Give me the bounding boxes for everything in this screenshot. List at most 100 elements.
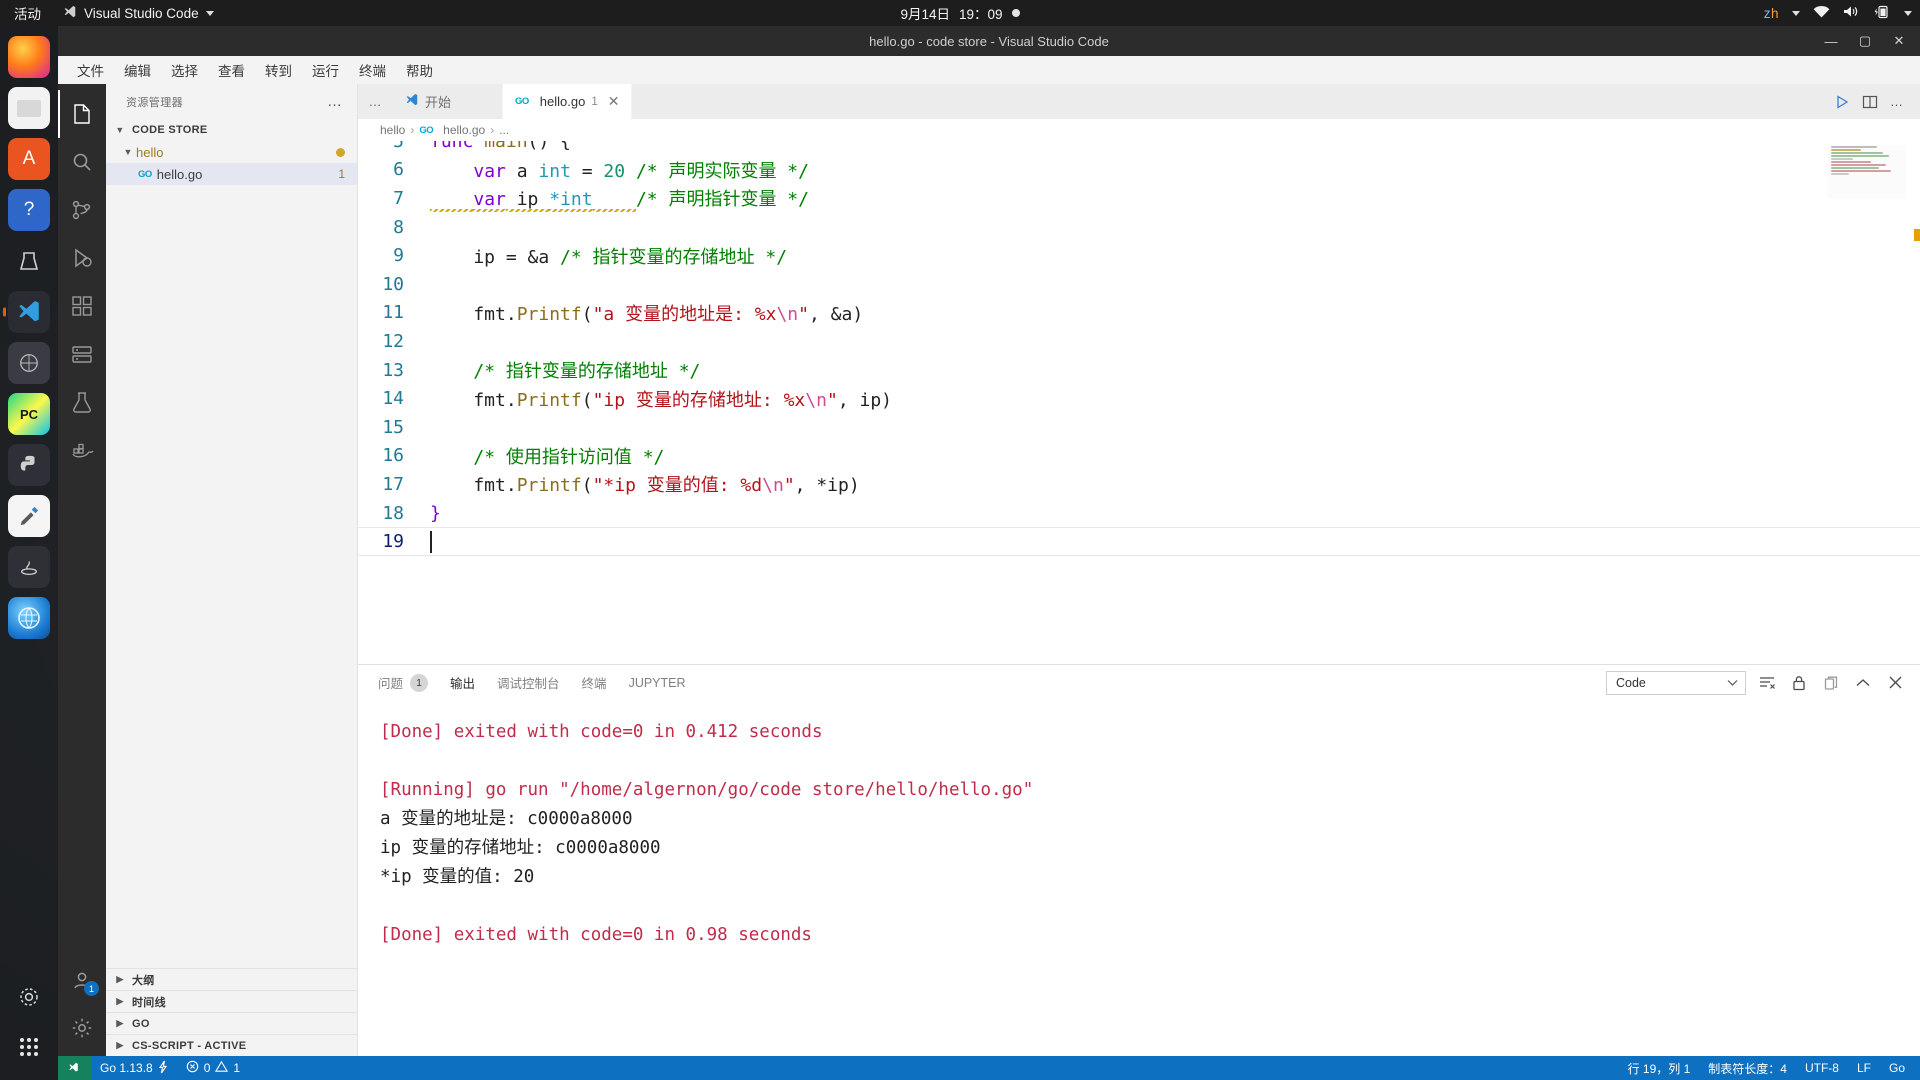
maximize-button[interactable]: ▢ xyxy=(1848,26,1882,56)
collapse-panel-icon[interactable] xyxy=(1852,672,1874,694)
activity-explorer[interactable] xyxy=(58,90,106,138)
code-line[interactable]: 15 xyxy=(358,413,1920,442)
dock-item-firefox[interactable] xyxy=(8,36,50,78)
code-line[interactable]: 13 /* 指针变量的存储地址 */ xyxy=(358,356,1920,385)
panel-tab-terminal[interactable]: 终端 xyxy=(582,665,607,700)
tab-welcome[interactable]: 开始 xyxy=(393,84,503,119)
dock-item-java[interactable] xyxy=(8,546,50,588)
panel-tab-debug-console[interactable]: 调试控制台 xyxy=(497,665,560,700)
code-line-text: /* 使用指针访问值 */ xyxy=(473,446,665,468)
code-line[interactable]: 18} xyxy=(358,499,1920,528)
dock-item-browser[interactable] xyxy=(8,597,50,639)
dock-item-files[interactable] xyxy=(8,87,50,129)
menu-edit[interactable]: 编辑 xyxy=(115,57,160,83)
status-language-mode[interactable]: Go xyxy=(1880,1056,1914,1080)
menu-help[interactable]: 帮助 xyxy=(397,57,442,83)
panel-tab-problems[interactable]: 问题 1 xyxy=(378,665,429,700)
system-menu-chevron-icon[interactable] xyxy=(1904,10,1912,16)
code-line[interactable]: 8 xyxy=(358,213,1920,242)
tab-label: hello.go xyxy=(539,94,586,109)
clock[interactable]: 9月14日 19：09 xyxy=(900,3,1020,23)
code-line[interactable]: 16 /* 使用指针访问值 */ xyxy=(358,442,1920,471)
menu-terminal[interactable]: 终端 xyxy=(350,57,395,83)
status-eol[interactable]: LF xyxy=(1848,1056,1880,1080)
code-editor[interactable]: 5 func main() {6 var a int = 20 /* 声明实际变量… xyxy=(358,141,1920,664)
run-code-icon[interactable] xyxy=(1834,94,1850,110)
dock-item-help[interactable]: ? xyxy=(8,189,50,231)
editor-minimap[interactable] xyxy=(1828,145,1906,199)
dock-item-show-applications[interactable] xyxy=(8,1026,50,1068)
close-panel-icon[interactable] xyxy=(1884,672,1906,694)
breadcrumb-item-file[interactable]: hello.go xyxy=(443,123,485,137)
dock-item-software[interactable]: A xyxy=(8,138,50,180)
code-line[interactable]: 6 var a int = 20 /* 声明实际变量 */ xyxy=(358,156,1920,185)
dock-item-editor[interactable] xyxy=(8,342,50,384)
close-button[interactable]: ✕ xyxy=(1882,26,1916,56)
activity-settings[interactable] xyxy=(58,1004,106,1052)
panel-tab-output[interactable]: 输出 xyxy=(450,665,475,700)
input-method-chevron-icon[interactable] xyxy=(1792,10,1800,16)
code-line[interactable]: 14 fmt.Printf("ip 变量的存储地址: %x\n", ip) xyxy=(358,384,1920,413)
more-actions-icon[interactable]: … xyxy=(1890,94,1904,109)
split-editor-icon[interactable] xyxy=(1862,94,1878,110)
sidebar-more-icon[interactable]: … xyxy=(327,93,343,110)
remote-indicator[interactable] xyxy=(58,1056,91,1080)
code-content[interactable]: 5 func main() {6 var a int = 20 /* 声明实际变量… xyxy=(358,141,1920,664)
dock-item-text-editor[interactable] xyxy=(8,495,50,537)
status-cursor-position[interactable]: 行 19，列 1 xyxy=(1619,1056,1700,1080)
code-line[interactable]: 12 xyxy=(358,327,1920,356)
dock-item-python[interactable] xyxy=(8,444,50,486)
sidebar-section-cs-script[interactable]: ▶ CS-SCRIPT - ACTIVE xyxy=(106,1034,357,1056)
panel-tab-jupyter[interactable]: JUPYTER xyxy=(629,665,686,700)
menu-selection[interactable]: 选择 xyxy=(162,57,207,83)
activity-run-debug[interactable] xyxy=(58,234,106,282)
menu-run[interactable]: 运行 xyxy=(303,57,348,83)
open-in-editor-icon[interactable] xyxy=(1820,672,1842,694)
status-encoding[interactable]: UTF-8 xyxy=(1796,1056,1848,1080)
sidebar-root-section[interactable]: ▼ CODE STORE xyxy=(106,119,357,141)
activity-search[interactable] xyxy=(58,138,106,186)
dock-item-vscode[interactable] xyxy=(3,291,50,333)
output-content[interactable]: [Done] exited with code=0 in 0.412 secon… xyxy=(358,700,1920,1056)
activity-docker[interactable] xyxy=(58,426,106,474)
breadcrumb-item-symbol[interactable]: ... xyxy=(499,123,509,137)
close-icon[interactable]: ✕ xyxy=(608,93,620,110)
activity-testing[interactable] xyxy=(58,378,106,426)
dock-item-pycharm[interactable]: PC xyxy=(8,393,50,435)
code-line[interactable]: 9 ip = &a /* 指针变量的存储地址 */ xyxy=(358,241,1920,270)
minimize-button[interactable]: — xyxy=(1814,26,1848,56)
sidebar-section-go[interactable]: ▶ GO xyxy=(106,1012,357,1034)
code-line[interactable]: 19 xyxy=(358,527,1920,556)
menu-view[interactable]: 查看 xyxy=(209,57,254,83)
code-line[interactable]: 11 fmt.Printf("a 变量的地址是: %x\n", &a) xyxy=(358,299,1920,328)
app-menu[interactable]: Visual Studio Code xyxy=(53,5,224,22)
menu-go[interactable]: 转到 xyxy=(256,57,301,83)
tree-item-hello-go[interactable]: GO hello.go 1 xyxy=(106,163,357,185)
menu-file[interactable]: 文件 xyxy=(68,57,113,83)
activity-accounts[interactable]: 1 xyxy=(58,956,106,1004)
code-line[interactable]: 5 func main() { xyxy=(358,141,1920,156)
code-line[interactable]: 7 var ip *int /* 声明指针变量 */ xyxy=(358,184,1920,215)
activity-source-control[interactable] xyxy=(58,186,106,234)
tree-item-hello-folder[interactable]: ▼ hello xyxy=(106,141,357,163)
activity-remote-explorer[interactable] xyxy=(58,330,106,378)
activities-button[interactable]: 活动 xyxy=(0,3,53,23)
input-method-indicator[interactable]: zh xyxy=(1764,6,1779,21)
code-line[interactable]: 10 xyxy=(358,270,1920,299)
status-indentation[interactable]: 制表符长度：4 xyxy=(1699,1056,1796,1080)
breadcrumb-item-folder[interactable]: hello xyxy=(380,123,405,137)
activity-extensions[interactable] xyxy=(58,282,106,330)
tab-hello-go[interactable]: GO hello.go 1 ✕ xyxy=(503,84,633,119)
dock-item-vlc[interactable] xyxy=(8,240,50,282)
code-line[interactable]: 17 fmt.Printf("*ip 变量的值: %d\n", *ip) xyxy=(358,470,1920,499)
system-tray[interactable]: zh xyxy=(1764,0,1912,26)
output-channel-select[interactable]: Code xyxy=(1606,670,1746,695)
status-problems[interactable]: 0 1 xyxy=(177,1056,249,1080)
lock-scroll-icon[interactable] xyxy=(1788,672,1810,694)
clear-output-icon[interactable] xyxy=(1756,672,1778,694)
sidebar-section-timeline[interactable]: ▶ 时间线 xyxy=(106,990,357,1012)
sidebar-section-outline[interactable]: ▶ 大纲 xyxy=(106,968,357,990)
dock-item-settings[interactable] xyxy=(8,976,50,1018)
status-go-version[interactable]: Go 1.13.8 xyxy=(91,1056,177,1080)
tabs-overflow-icon[interactable]: … xyxy=(358,84,393,119)
